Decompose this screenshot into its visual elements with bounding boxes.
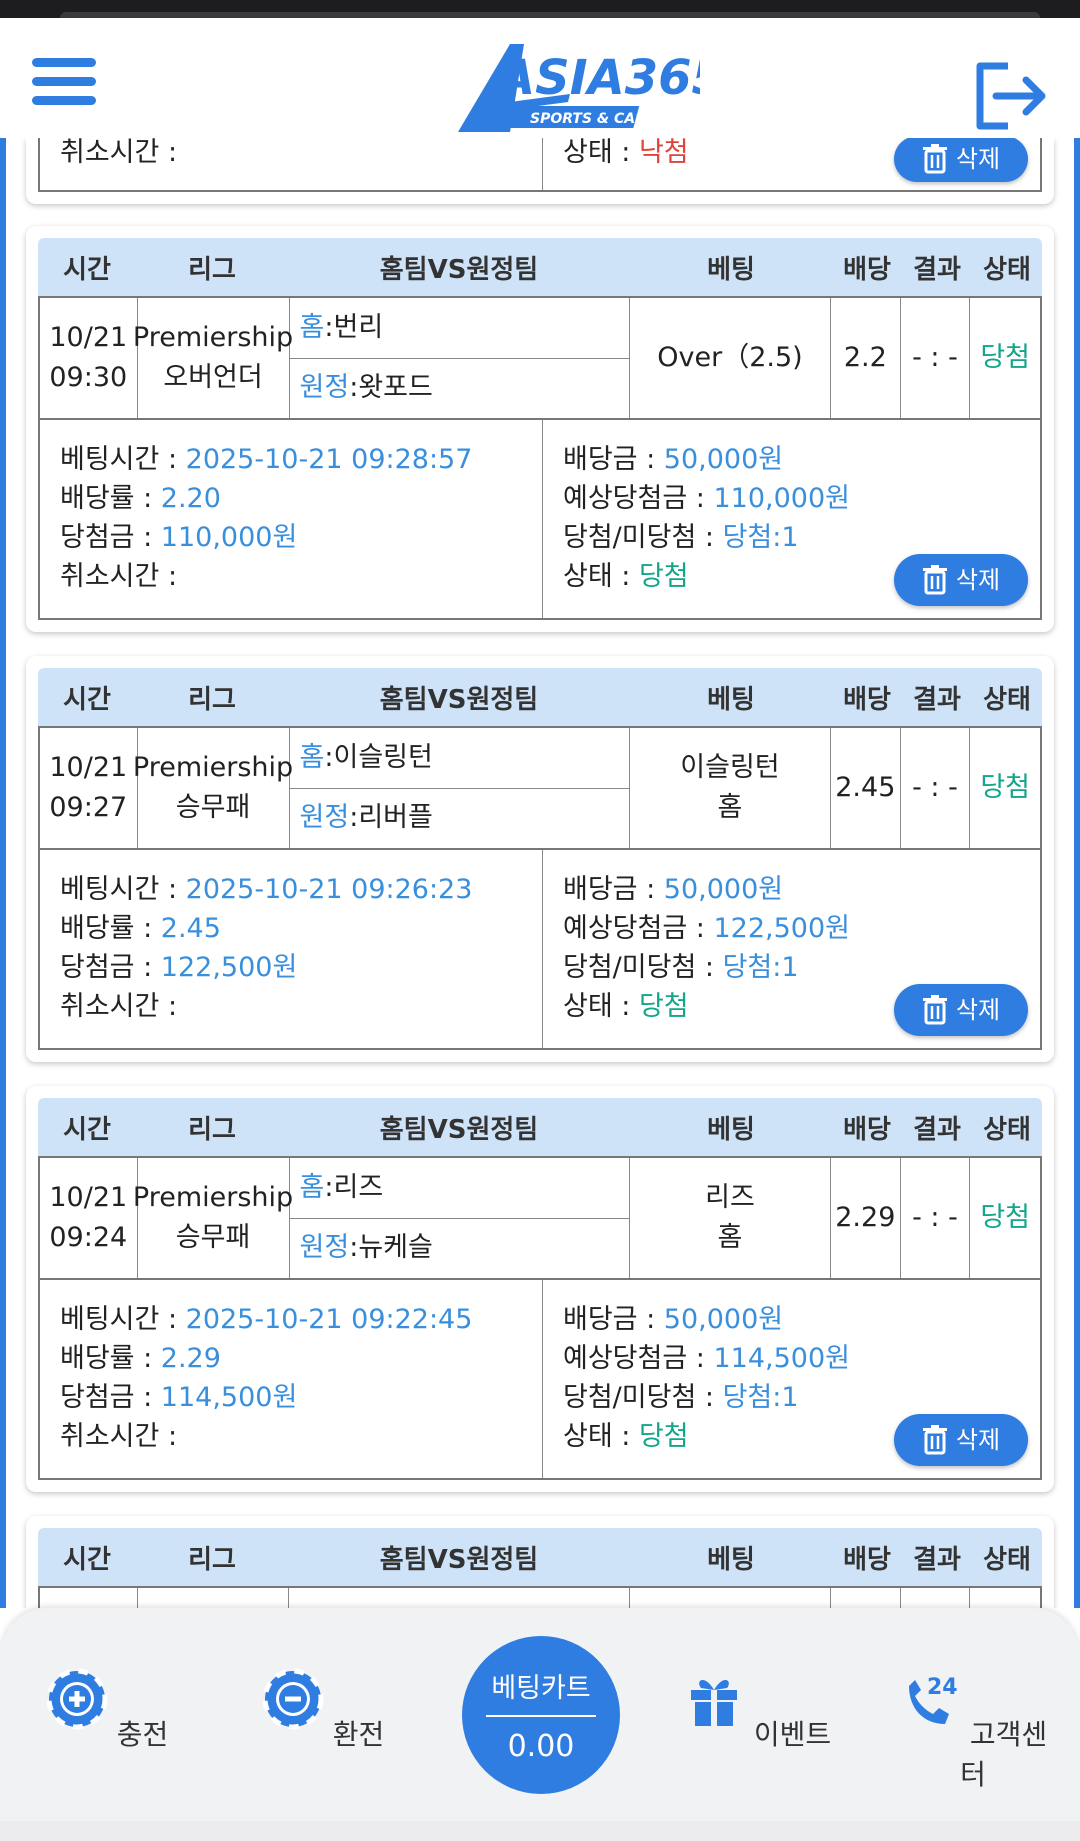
- nav-exchange[interactable]: 환전: [248, 1668, 398, 1753]
- bottom-navigation: 충전 환전 베팅카트 0.00 이벤트 24 고객센터: [0, 1608, 1080, 1821]
- state-value: 낙첨: [638, 138, 689, 168]
- trash-icon: [922, 565, 947, 595]
- delete-button[interactable]: 삭제: [894, 984, 1028, 1036]
- delete-button[interactable]: 삭제: [894, 554, 1028, 606]
- bet-card: 시간 리그 홈팀VS원정팀 베팅 배당 결과 상태 10/21 09:24 Pre…: [26, 1086, 1054, 1492]
- svg-text:SPORTS & CASINO: SPORTS & CASINO: [530, 111, 674, 127]
- nav-event[interactable]: 이벤트: [682, 1668, 832, 1753]
- table-row: 10/21 09:27 Premiership 승무패 홈:이슬링턴 원정:리버플 …: [38, 726, 1042, 850]
- status-badge: 당첨: [980, 1202, 1030, 1233]
- state-label: 상태 :: [563, 138, 631, 168]
- betting-cart-button[interactable]: 베팅카트 0.00: [462, 1636, 620, 1794]
- bet-card: 시간 리그 홈팀VS원정팀 베팅 배당 결과 상태 10/21 09:27 Pre…: [26, 656, 1054, 1062]
- gift-icon: [690, 1679, 737, 1726]
- phone-24-icon: 24: [908, 1675, 958, 1724]
- app-header: ASIA365 SPORTS & CASINO: [0, 18, 1080, 138]
- delete-button[interactable]: 삭제: [894, 1414, 1028, 1466]
- trash-icon: [922, 1425, 947, 1455]
- bet-card: 시간 리그 홈팀VS원정팀 베팅 배당 결과 상태: [26, 1516, 1054, 1608]
- hamburger-menu-icon[interactable]: [32, 58, 96, 114]
- svg-text:24: 24: [927, 1675, 958, 1700]
- table-header: 시간 리그 홈팀VS원정팀 베팅 배당 결과 상태: [38, 668, 1042, 726]
- system-status-strip: [0, 0, 1080, 18]
- table-header: 시간 리그 홈팀VS원정팀 베팅 배당 결과 상태: [38, 1528, 1042, 1586]
- chip-plus-icon: [46, 1668, 108, 1730]
- bet-history-list[interactable]: 취소시간 : 상태 : 낙첨 삭제 시간 리그 홈팀VS원정팀 베팅 배당 결과…: [0, 138, 1080, 1608]
- table-header: 시간 리그 홈팀VS원정팀 베팅 배당 결과 상태: [38, 1098, 1042, 1156]
- bet-detail: 베팅시간 : 2025-10-21 09:28:57 배당률 : 2.20 당첨…: [38, 420, 1042, 620]
- trash-icon: [922, 144, 947, 174]
- logout-icon[interactable]: [970, 56, 1050, 136]
- bet-detail: 베팅시간 : 2025-10-21 09:26:23 배당률 : 2.45 당첨…: [38, 850, 1042, 1050]
- svg-text:ASIA365: ASIA365: [494, 50, 700, 106]
- trash-icon: [922, 995, 947, 1025]
- status-badge: 당첨: [980, 772, 1030, 803]
- cart-total: 0.00: [507, 1729, 575, 1764]
- table-row: 10/21 09:30 Premiership 오버언더 홈:번리 원정:왓포드 O…: [38, 296, 1042, 420]
- asia365-logo[interactable]: ASIA365 SPORTS & CASINO: [450, 36, 700, 136]
- table-row: [38, 1586, 1042, 1608]
- table-header: 시간 리그 홈팀VS원정팀 베팅 배당 결과 상태: [38, 238, 1042, 296]
- status-badge: 당첨: [980, 342, 1030, 373]
- bet-card-partial: 취소시간 : 상태 : 낙첨 삭제: [26, 138, 1054, 204]
- nav-charge[interactable]: 충전: [32, 1668, 182, 1753]
- system-nav-bar: [0, 1821, 1080, 1841]
- table-row: 10/21 09:24 Premiership 승무패 홈:리즈 원정:뉴케슬 리즈…: [38, 1156, 1042, 1280]
- nav-support[interactable]: 24 고객센터: [898, 1668, 1048, 1793]
- bet-detail: 베팅시간 : 2025-10-21 09:22:45 배당률 : 2.29 당첨…: [38, 1280, 1042, 1480]
- delete-button[interactable]: 삭제: [894, 138, 1028, 182]
- cancel-time-label: 취소시간 :: [60, 138, 178, 168]
- chip-minus-icon: [262, 1668, 324, 1730]
- bet-card: 시간 리그 홈팀VS원정팀 베팅 배당 결과 상태 10/21 09:30 Pre…: [26, 226, 1054, 632]
